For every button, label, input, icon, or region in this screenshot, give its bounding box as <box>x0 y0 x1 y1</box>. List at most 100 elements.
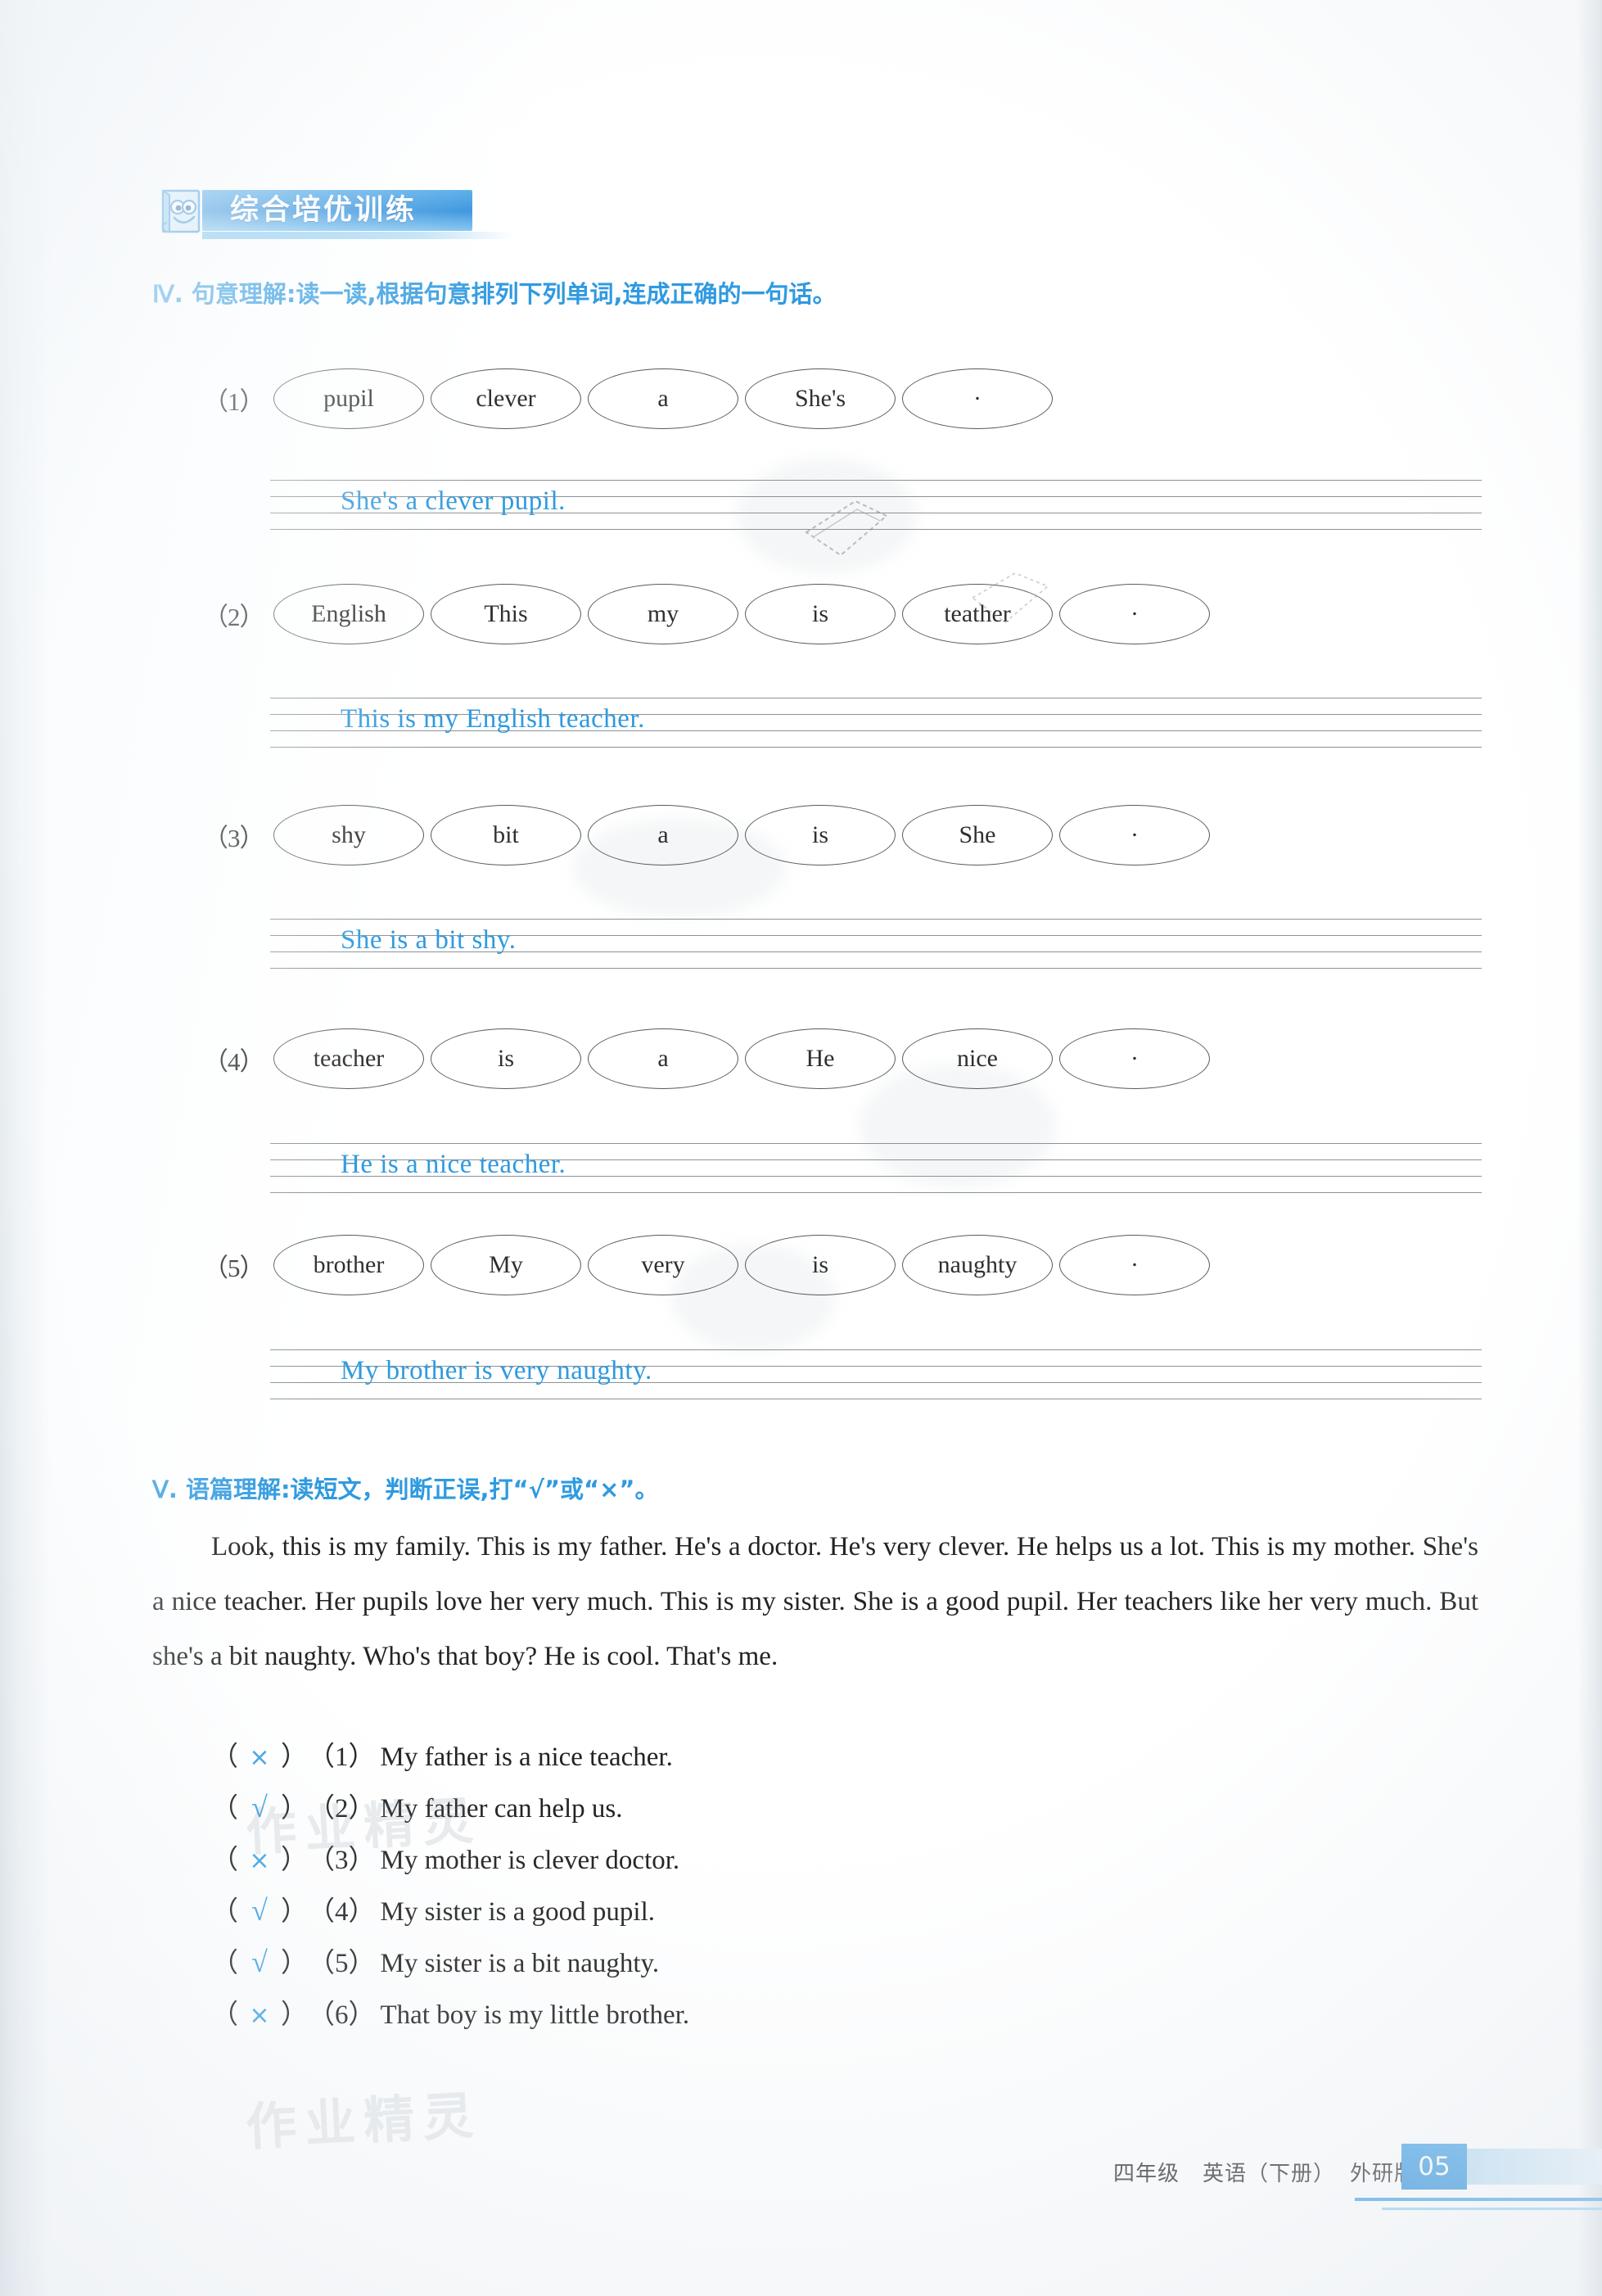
tf-answer-box[interactable]: （ √ ） <box>211 1786 308 1825</box>
word-bubble[interactable]: brother <box>273 1235 424 1295</box>
section-4-heading: Ⅳ. 句意理解:读一读,根据句意排列下列单词,连成正确的一句话。 <box>152 275 837 310</box>
word-bubble[interactable]: is <box>745 1235 896 1295</box>
paren-left: （ <box>211 1897 238 1927</box>
question-number: （1） <box>203 386 265 416</box>
tf-statement: My father can help us. <box>380 1794 623 1824</box>
tf-item: （ × ） （1） My father is a nice teacher. <box>211 1734 689 1786</box>
true-false-list: （ × ） （1） My father is a nice teacher. （… <box>211 1734 689 2044</box>
answer-lines-2: This is my English teacher. <box>270 698 1482 748</box>
word-bubble-period[interactable]: . <box>902 368 1053 429</box>
rule-line <box>270 747 1482 748</box>
word-bubble[interactable]: is <box>745 805 896 866</box>
word-bubble[interactable]: a <box>588 805 738 866</box>
section-banner: 综合培优训练 <box>151 187 515 239</box>
word-bubble[interactable]: clever <box>431 368 581 429</box>
tf-number: （1） <box>308 1742 376 1772</box>
answer-lines-4: He is a nice teacher. <box>270 1143 1482 1193</box>
word-bubble-period[interactable]: . <box>1059 1235 1210 1295</box>
word-bubble[interactable]: shy <box>273 805 424 866</box>
section-4-heading-text: . 句意理解:读一读,根据句意排列下列单词,连成正确的一句话。 <box>174 280 837 308</box>
tf-statement: My sister is a bit naughty. <box>380 1949 660 1978</box>
word-bubble[interactable]: my <box>588 584 738 644</box>
paren-right: ） <box>281 1846 308 1875</box>
footer: 四年级 英语 （下册） 外研版 <box>1113 2157 1416 2187</box>
question-number: （4） <box>203 1046 265 1076</box>
answer-text: My brother is very naughty. <box>341 1356 652 1385</box>
paren-right: ） <box>281 2000 308 2030</box>
word-bubble[interactable]: is <box>745 584 896 644</box>
paren-right: ） <box>281 1897 308 1927</box>
page-left-edge-shadow <box>0 0 51 2296</box>
word-bubble-period[interactable]: . <box>1059 805 1210 866</box>
rule-line <box>270 968 1482 969</box>
tf-item: （ √ ） （5） My sister is a bit naughty. <box>211 1941 689 1992</box>
tf-mark-cross: × <box>249 2001 270 2030</box>
tf-item: （ × ） （6） That boy is my little brother. <box>211 1992 689 2044</box>
section-5-roman: Ⅴ <box>152 1477 169 1503</box>
word-bubble[interactable]: pupil <box>273 368 424 429</box>
page-right-edge-shadow <box>1577 0 1602 2296</box>
paren-left: （ <box>211 2000 238 2030</box>
book-mascot-icon <box>161 189 201 233</box>
word-bubble[interactable]: naughty <box>902 1235 1053 1295</box>
answer-text: He is a nice teacher. <box>341 1150 566 1179</box>
word-bubble[interactable]: She <box>902 805 1053 866</box>
rule-line <box>270 1143 1482 1144</box>
word-bubble[interactable]: nice <box>902 1028 1053 1089</box>
answer-text: She's a clever pupil. <box>341 486 566 516</box>
tf-number: （2） <box>308 1794 376 1824</box>
page-number: 05 <box>1401 2144 1467 2190</box>
workbook-page: 综合培优训练 Ⅳ. 句意理解:读一读,根据句意排列下列单词,连成正确的一句话。 … <box>0 0 1602 2296</box>
word-bubble[interactable]: English <box>273 584 424 644</box>
tf-item: （ × ） （3） My mother is clever doctor. <box>211 1837 689 1889</box>
section-4-roman: Ⅳ <box>152 282 174 308</box>
paren-left: （ <box>211 1846 238 1875</box>
tf-statement: My father is a nice teacher. <box>380 1742 673 1772</box>
tf-item: （ √ ） （2） My father can help us. <box>211 1786 689 1837</box>
tf-mark-check: √ <box>251 1791 268 1824</box>
word-bubble[interactable]: a <box>588 368 738 429</box>
section-5-heading: Ⅴ. 语篇理解:读短文，判断正误,打“√”或“×”。 <box>152 1471 658 1505</box>
paren-right: ） <box>281 1794 308 1824</box>
question-row-1: （1） pupil clever a She's . <box>203 368 1059 429</box>
word-bubble[interactable]: very <box>588 1235 738 1295</box>
word-bubble[interactable]: He <box>745 1028 896 1089</box>
tf-answer-box[interactable]: （ × ） <box>211 1734 308 1774</box>
word-bubble-period[interactable]: . <box>1059 1028 1210 1089</box>
word-bubble[interactable]: a <box>588 1028 738 1089</box>
tf-statement: My sister is a good pupil. <box>380 1897 656 1927</box>
tf-answer-box[interactable]: （ √ ） <box>211 1941 308 1980</box>
word-bubble[interactable]: teather <box>902 584 1053 644</box>
word-bubble[interactable]: bit <box>431 805 581 866</box>
question-row-4: （4） teacher is a He nice . <box>203 1028 1216 1089</box>
tf-answer-box[interactable]: （ × ） <box>211 1992 308 2032</box>
paren-right: ） <box>281 1742 308 1772</box>
tf-number: （5） <box>308 1949 376 1978</box>
section-5-heading-text: . 语篇理解:读短文，判断正误,打“√”或“×”。 <box>168 1476 659 1503</box>
word-bubble[interactable]: is <box>431 1028 581 1089</box>
tf-mark-cross: × <box>249 1743 270 1772</box>
reading-passage: Look, this is my family. This is my fath… <box>152 1532 1478 1671</box>
answer-text: She is a bit shy. <box>341 925 517 955</box>
watermark-text: 作业精灵 <box>244 2085 484 2158</box>
paren-right: ） <box>281 1949 308 1978</box>
word-bubble[interactable]: teacher <box>273 1028 424 1089</box>
paren-left: （ <box>211 1742 238 1772</box>
footer-banner-tail <box>1465 2149 1602 2185</box>
tf-answer-box[interactable]: （ √ ） <box>211 1889 308 1928</box>
word-bubble[interactable]: This <box>431 584 581 644</box>
tf-mark-check: √ <box>251 1946 268 1978</box>
question-number: （2） <box>203 602 265 631</box>
question-number: （5） <box>203 1253 265 1282</box>
tf-answer-box[interactable]: （ × ） <box>211 1837 308 1877</box>
word-bubble[interactable]: My <box>431 1235 581 1295</box>
word-bubble[interactable]: She's <box>745 368 896 429</box>
word-bubble-period[interactable]: . <box>1059 584 1210 644</box>
tf-item: （ √ ） （4） My sister is a good pupil. <box>211 1889 689 1941</box>
tf-mark-check: √ <box>251 1894 268 1927</box>
rule-line <box>270 480 1482 481</box>
paren-left: （ <box>211 1949 238 1978</box>
tf-number: （4） <box>308 1897 376 1927</box>
answer-text: This is my English teacher. <box>341 704 645 734</box>
tf-statement: That boy is my little brother. <box>380 2000 690 2030</box>
